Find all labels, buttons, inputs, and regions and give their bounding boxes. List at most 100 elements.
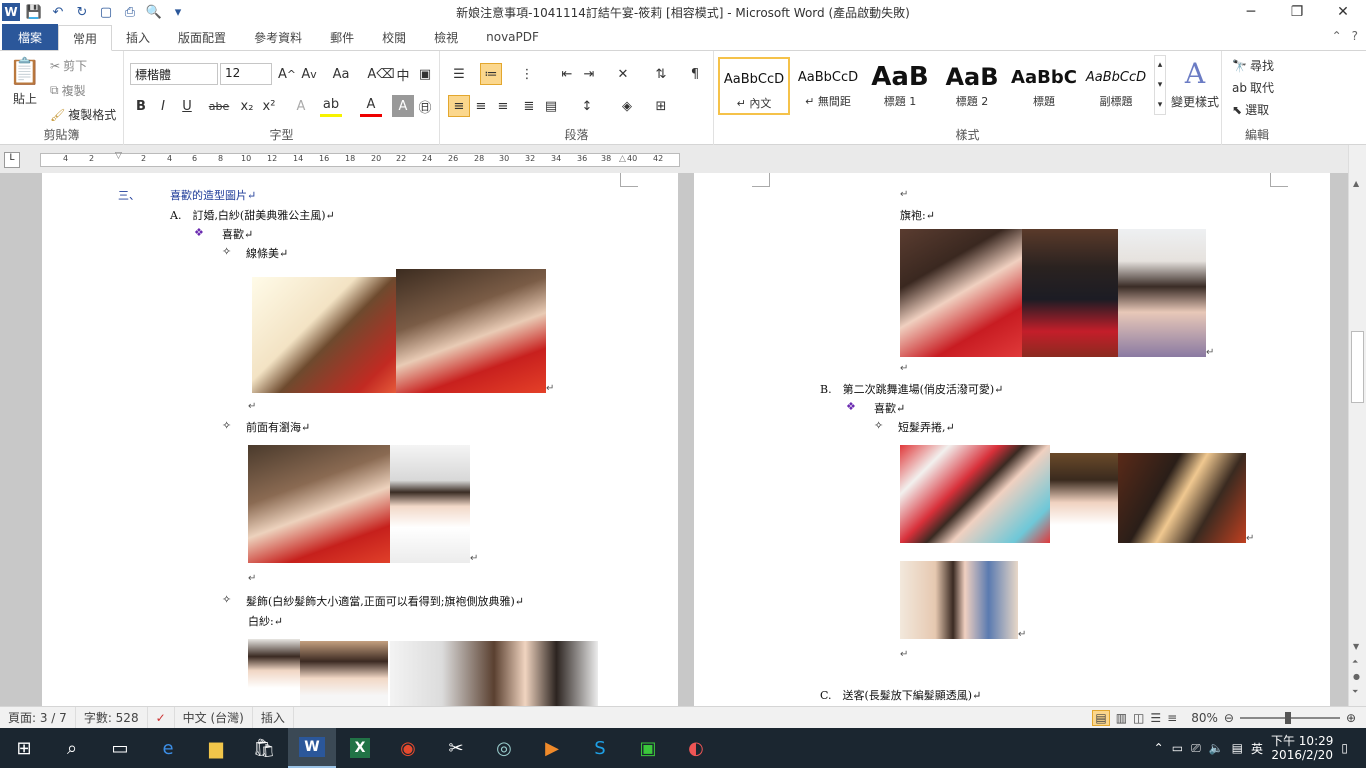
volume-icon[interactable]: 🔈 (1209, 741, 1224, 755)
tab-selector[interactable]: L (4, 152, 20, 168)
photo-bride-bangs-qipao[interactable] (248, 445, 390, 563)
shading-icon[interactable]: ◈ (616, 95, 638, 117)
tab-home[interactable]: 常用 (58, 25, 113, 51)
page-indicator[interactable]: 頁面: 3 / 7 (0, 706, 76, 729)
shrink-font-icon[interactable]: Av (298, 63, 320, 85)
decrease-indent-icon[interactable]: ⇤ (556, 63, 578, 85)
photo-couple-cafe[interactable] (900, 561, 1018, 639)
excel-taskbar-icon[interactable]: X (336, 728, 384, 768)
language-indicator[interactable]: 中文 (台灣) (175, 706, 253, 729)
find-button[interactable]: 🔭 尋找 (1232, 57, 1274, 74)
horizontal-ruler[interactable]: 4 2 2 4 6 8 10 12 14 16 18 20 22 24 26 2… (40, 151, 680, 167)
windows-start-icon[interactable]: ⊞ (0, 728, 48, 768)
numbering-icon[interactable]: ≔ (480, 63, 502, 85)
action-center-icon[interactable]: ▯ (1341, 741, 1348, 755)
paste-button[interactable]: 📋 貼上 (8, 57, 42, 107)
minimize-ribbon-icon[interactable]: ⌃ (1332, 29, 1342, 43)
previous-page-icon[interactable]: ⏶ (1352, 657, 1358, 667)
tray-overflow-icon[interactable]: ⌃ (1154, 741, 1164, 755)
store-icon[interactable]: 🛍 (240, 728, 288, 768)
word-taskbar-icon[interactable]: W (288, 728, 336, 768)
photo-bride-white-2[interactable] (300, 641, 388, 706)
media-app-icon[interactable]: ◐ (672, 728, 720, 768)
word-app-icon[interactable]: W (2, 3, 20, 21)
style-heading-2[interactable]: AaB 標題 2 (936, 57, 1008, 115)
notification-icon[interactable]: ▤ (1232, 741, 1243, 755)
photo-bride-red-qipao[interactable] (396, 269, 546, 393)
justify-icon[interactable]: ≣ (518, 95, 540, 117)
zoom-out-icon[interactable]: ⊖ (1224, 711, 1234, 725)
vertical-scrollbar[interactable]: ▲ ▼ ⏶ ● ⏷ (1348, 145, 1366, 706)
underline-icon[interactable]: U (176, 95, 198, 117)
character-shading-icon[interactable]: A (392, 95, 414, 117)
cut-button[interactable]: ✂ 剪下 (50, 57, 87, 74)
scroll-up-icon[interactable]: ▲ (1353, 179, 1359, 188)
photo-bride-white-1[interactable] (248, 639, 300, 706)
photo-bride-updo-side[interactable] (252, 277, 396, 393)
camera-app-icon[interactable]: ◉ (384, 728, 432, 768)
copy-button[interactable]: ⧉ 複製 (50, 82, 86, 99)
proofing-icon[interactable]: ✓ (148, 706, 175, 729)
font-color-icon[interactable]: A (360, 95, 382, 117)
replace-button[interactable]: ab 取代 (1232, 79, 1274, 96)
redo-icon[interactable]: ↻ (72, 2, 92, 22)
scroll-down-icon[interactable]: ▼ (1353, 642, 1359, 651)
scroll-thumb[interactable] (1351, 331, 1364, 403)
zoom-slider-thumb[interactable] (1284, 712, 1291, 724)
outline-view-icon[interactable]: ☰ (1150, 711, 1161, 725)
web-layout-icon[interactable]: ◫ (1133, 711, 1144, 725)
photo-short-curls-pink[interactable] (900, 445, 1050, 543)
snipping-tool-icon[interactable]: ✂ (432, 728, 480, 768)
align-right-icon[interactable]: ≡ (492, 95, 514, 117)
line-app-icon[interactable]: ▣ (624, 728, 672, 768)
video-player-icon[interactable]: ▶ (528, 728, 576, 768)
style-normal[interactable]: AaBbCcD ↵ 內文 (718, 57, 790, 115)
photo-bride-qipao-side[interactable] (900, 229, 1022, 357)
next-page-icon[interactable]: ⏷ (1352, 687, 1358, 697)
photo-short-curls-smile[interactable] (1050, 453, 1118, 543)
zoom-level[interactable]: 80% (1191, 711, 1218, 725)
photo-bride-hairpiece-back[interactable] (1118, 229, 1206, 357)
font-name-combo[interactable]: 標楷體 (130, 63, 218, 85)
close-button[interactable]: ✕ (1320, 0, 1366, 24)
styles-scroll[interactable]: ▴ ▾ ▾ (1154, 55, 1166, 115)
network-icon[interactable]: ⎚ (1191, 741, 1201, 756)
align-center-icon[interactable]: ≡ (470, 95, 492, 117)
tab-file[interactable]: 檔案 (2, 24, 59, 50)
asian-layout-icon[interactable]: ✕ (612, 63, 634, 85)
subscript-icon[interactable]: x₂ (236, 95, 258, 117)
tab-references[interactable]: 參考資料 (240, 24, 316, 50)
select-browse-object-icon[interactable]: ● (1353, 672, 1360, 681)
photo-couple-qipao[interactable] (1022, 229, 1118, 357)
style-heading-1[interactable]: AaB 標題 1 (864, 57, 936, 115)
tab-review[interactable]: 校閱 (368, 24, 420, 50)
photo-braided-updo[interactable] (1118, 453, 1246, 543)
increase-indent-icon[interactable]: ⇥ (578, 63, 600, 85)
draft-view-icon[interactable]: ≡ (1167, 711, 1177, 725)
tab-page-layout[interactable]: 版面配置 (164, 24, 240, 50)
style-title[interactable]: AaBbC 標題 (1008, 57, 1080, 115)
highlight-icon[interactable]: ab (320, 95, 342, 117)
clear-formatting-icon[interactable]: A⌫ (367, 63, 394, 85)
align-left-icon[interactable]: ≡ (448, 95, 470, 117)
text-effects-icon[interactable]: A (290, 95, 312, 117)
line-spacing-icon[interactable]: ↕ (576, 95, 598, 117)
format-painter-button[interactable]: 🖌 複製格式 (50, 106, 116, 123)
tray-app-icon[interactable]: ▭ (1172, 741, 1183, 755)
print-preview-icon[interactable]: 🔍 (144, 2, 164, 22)
maximize-button[interactable]: ❐ (1274, 0, 1320, 24)
clock[interactable]: 下午 10:29 2016/2/20 (1271, 734, 1333, 762)
print-layout-view-icon[interactable]: ▤ (1092, 710, 1110, 726)
phonetic-guide-icon[interactable]: 中 (392, 63, 414, 85)
more-styles-icon[interactable]: ▾ (1158, 100, 1163, 110)
font-size-combo[interactable]: 12 (220, 63, 272, 85)
right-indent-marker[interactable]: △ (619, 154, 626, 164)
tab-insert[interactable]: 插入 (112, 24, 164, 50)
italic-icon[interactable]: I (152, 95, 174, 117)
superscript-icon[interactable]: x² (258, 95, 280, 117)
bold-icon[interactable]: B (130, 95, 152, 117)
distributed-icon[interactable]: ▤ (540, 95, 562, 117)
change-styles-button[interactable]: A 變更樣式 (1170, 57, 1220, 110)
print-icon[interactable]: ⎙ (120, 2, 140, 22)
style-no-spacing[interactable]: AaBbCcD ↵ 無間距 (792, 57, 864, 115)
